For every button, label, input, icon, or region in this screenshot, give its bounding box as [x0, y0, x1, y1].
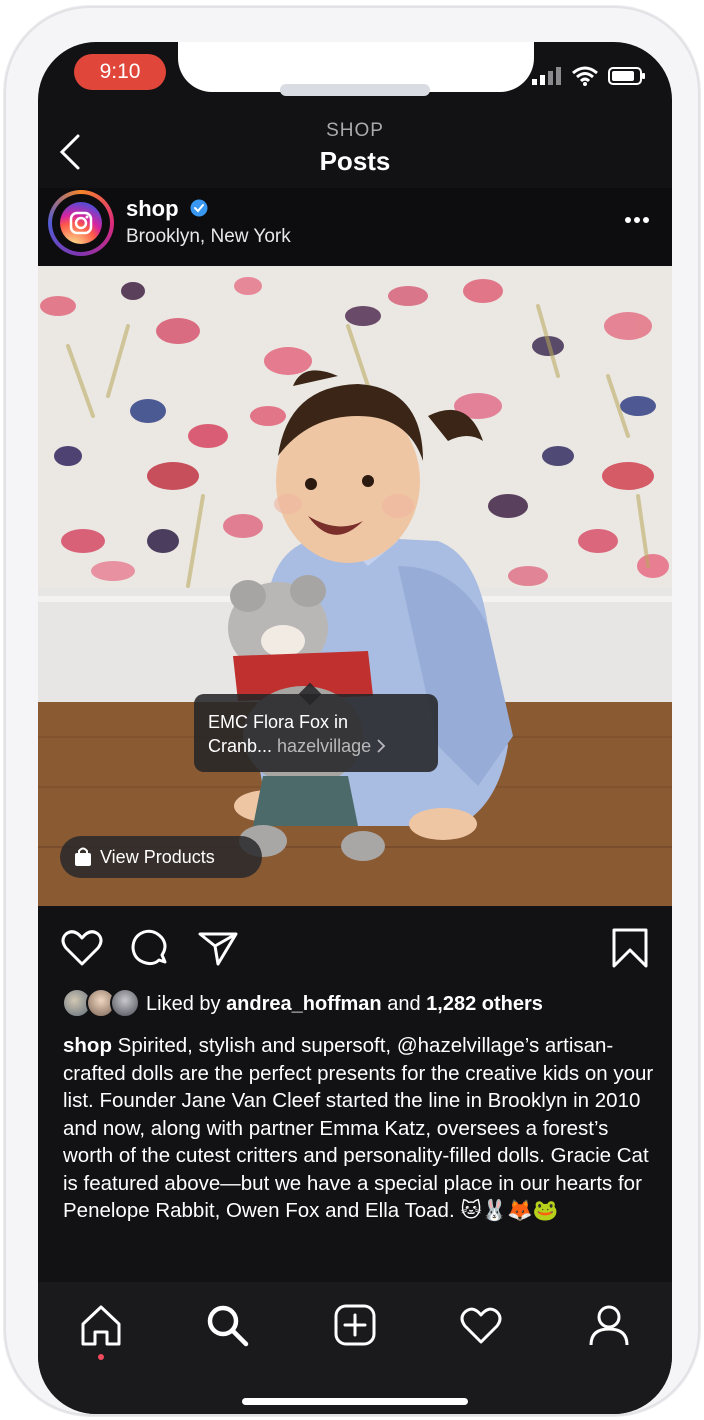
comment-icon[interactable]	[128, 926, 172, 970]
product-tag-name: EMC Flora Fox in	[208, 712, 349, 732]
battery-icon	[608, 67, 645, 85]
page-title: Posts	[319, 146, 391, 176]
view-products-button[interactable]: View Products	[60, 836, 262, 878]
likes-middle: and	[381, 992, 427, 1015]
liker-avatars	[62, 988, 140, 1020]
avatar	[110, 988, 140, 1018]
shopping-bag-icon	[75, 847, 91, 866]
status-time: 9:10	[74, 54, 166, 90]
search-icon[interactable]	[204, 1302, 250, 1348]
post-location[interactable]: Brooklyn, New York	[126, 226, 291, 248]
activity-heart-icon[interactable]	[458, 1302, 504, 1348]
nav-header: SHOP Posts	[38, 110, 672, 188]
caption-text: Spirited, stylish and supersoft, @hazelv…	[63, 1034, 654, 1222]
share-send-icon[interactable]	[196, 926, 240, 970]
likes-user[interactable]: andrea_hoffman	[226, 993, 382, 1015]
likes-prefix: Liked by	[146, 992, 227, 1015]
home-icon[interactable]	[78, 1302, 124, 1348]
product-tag-line2: Cranb... hazelvillage	[208, 734, 424, 758]
product-tag[interactable]: EMC Flora Fox in Cranb... hazelvillage	[194, 694, 438, 772]
header-kicker: SHOP	[326, 120, 384, 141]
product-tag-name-cont: Cranb...	[208, 736, 273, 756]
likes-summary[interactable]: Liked by andrea_hoffman and 1,282 others	[62, 984, 543, 1024]
caption-username[interactable]: shop	[63, 1034, 112, 1057]
post-photo[interactable]: EMC Flora Fox in Cranb... hazelvillage V…	[38, 266, 672, 906]
device-speaker	[280, 84, 430, 96]
phone-frame: 9:10 SHOP Posts shop Brooklyn, New York …	[4, 6, 700, 1416]
more-options-icon[interactable]	[624, 216, 650, 224]
app-screen: 9:10 SHOP Posts shop Brooklyn, New York …	[38, 42, 672, 1414]
post-actions	[38, 906, 672, 986]
instagram-logo-icon	[60, 202, 102, 244]
post-username[interactable]: shop	[126, 196, 179, 222]
view-products-label: View Products	[100, 846, 215, 867]
verified-badge-icon	[190, 199, 208, 217]
bookmark-icon[interactable]	[608, 926, 652, 970]
wifi-icon	[572, 66, 598, 86]
status-icons	[532, 66, 646, 86]
bottom-tab-bar	[38, 1282, 672, 1414]
home-indicator[interactable]	[242, 1398, 468, 1405]
add-post-icon[interactable]	[332, 1302, 378, 1348]
home-active-dot	[98, 1354, 104, 1360]
likes-text: Liked by andrea_hoffman and 1,282 others	[146, 993, 543, 1016]
like-heart-icon[interactable]	[60, 926, 104, 970]
signal-bars-icon	[532, 67, 561, 85]
post-caption: shop Spirited, stylish and supersoft, @h…	[63, 1032, 655, 1225]
post-header: shop Brooklyn, New York	[38, 188, 672, 266]
profile-icon[interactable]	[586, 1302, 632, 1348]
post-photo-illustration	[38, 266, 672, 906]
chevron-right-icon	[377, 739, 386, 753]
likes-count[interactable]: 1,282 others	[426, 993, 543, 1015]
product-tag-shop: hazelvillage	[277, 736, 372, 756]
avatar[interactable]	[48, 190, 114, 256]
